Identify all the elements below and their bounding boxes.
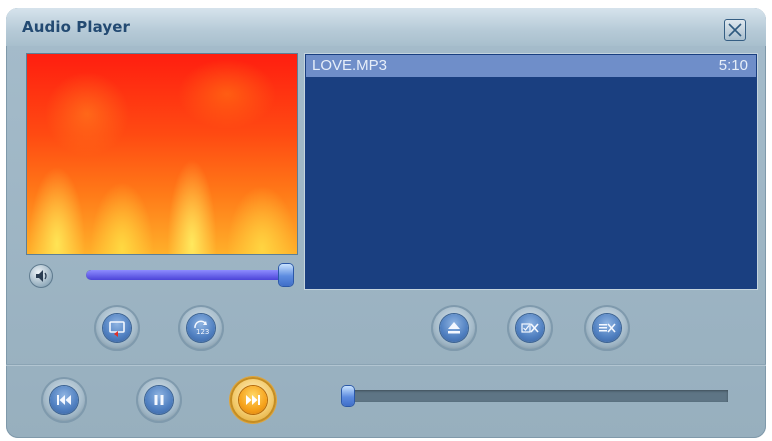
repeat-icon: [109, 321, 125, 337]
mute-button[interactable]: [29, 264, 53, 288]
eject-icon: [448, 322, 460, 334]
shuffle-button[interactable]: 123: [178, 305, 224, 351]
playlist-item-title: LOVE.MP3: [312, 57, 388, 74]
clear-list-button[interactable]: [584, 305, 630, 351]
close-icon: [728, 23, 742, 37]
remove-selected-button[interactable]: [507, 305, 553, 351]
audio-player-window: Audio Player LOVE.MP3 5:10 123: [6, 8, 766, 438]
close-button[interactable]: [724, 19, 746, 41]
previous-icon: [57, 395, 71, 405]
divider: [6, 364, 766, 366]
next-button[interactable]: [230, 377, 276, 423]
playlist-item-duration: 5:10: [718, 57, 748, 74]
next-icon: [246, 395, 260, 405]
eject-button[interactable]: [431, 305, 477, 351]
volume-slider-thumb[interactable]: [279, 264, 293, 286]
volume-slider-track[interactable]: [86, 270, 286, 280]
window-title: Audio Player: [22, 18, 131, 36]
svg-text:123: 123: [196, 328, 209, 336]
volume-slider-fill: [86, 270, 286, 280]
playlist[interactable]: LOVE.MP3 5:10: [304, 53, 758, 290]
pause-button[interactable]: [136, 377, 182, 423]
seek-slider-thumb[interactable]: [342, 386, 354, 406]
clear-list-icon: [599, 323, 616, 333]
speaker-icon: [36, 270, 47, 282]
seek-slider-track[interactable]: [342, 390, 728, 402]
title-bar[interactable]: Audio Player: [6, 8, 766, 46]
pause-icon: [154, 395, 164, 405]
shuffle-icon: 123: [194, 320, 209, 336]
playlist-item[interactable]: LOVE.MP3 5:10: [306, 55, 756, 77]
visualization-display: [26, 53, 298, 255]
repeat-button[interactable]: [94, 305, 140, 351]
previous-button[interactable]: [41, 377, 87, 423]
remove-selected-icon: [521, 323, 539, 333]
